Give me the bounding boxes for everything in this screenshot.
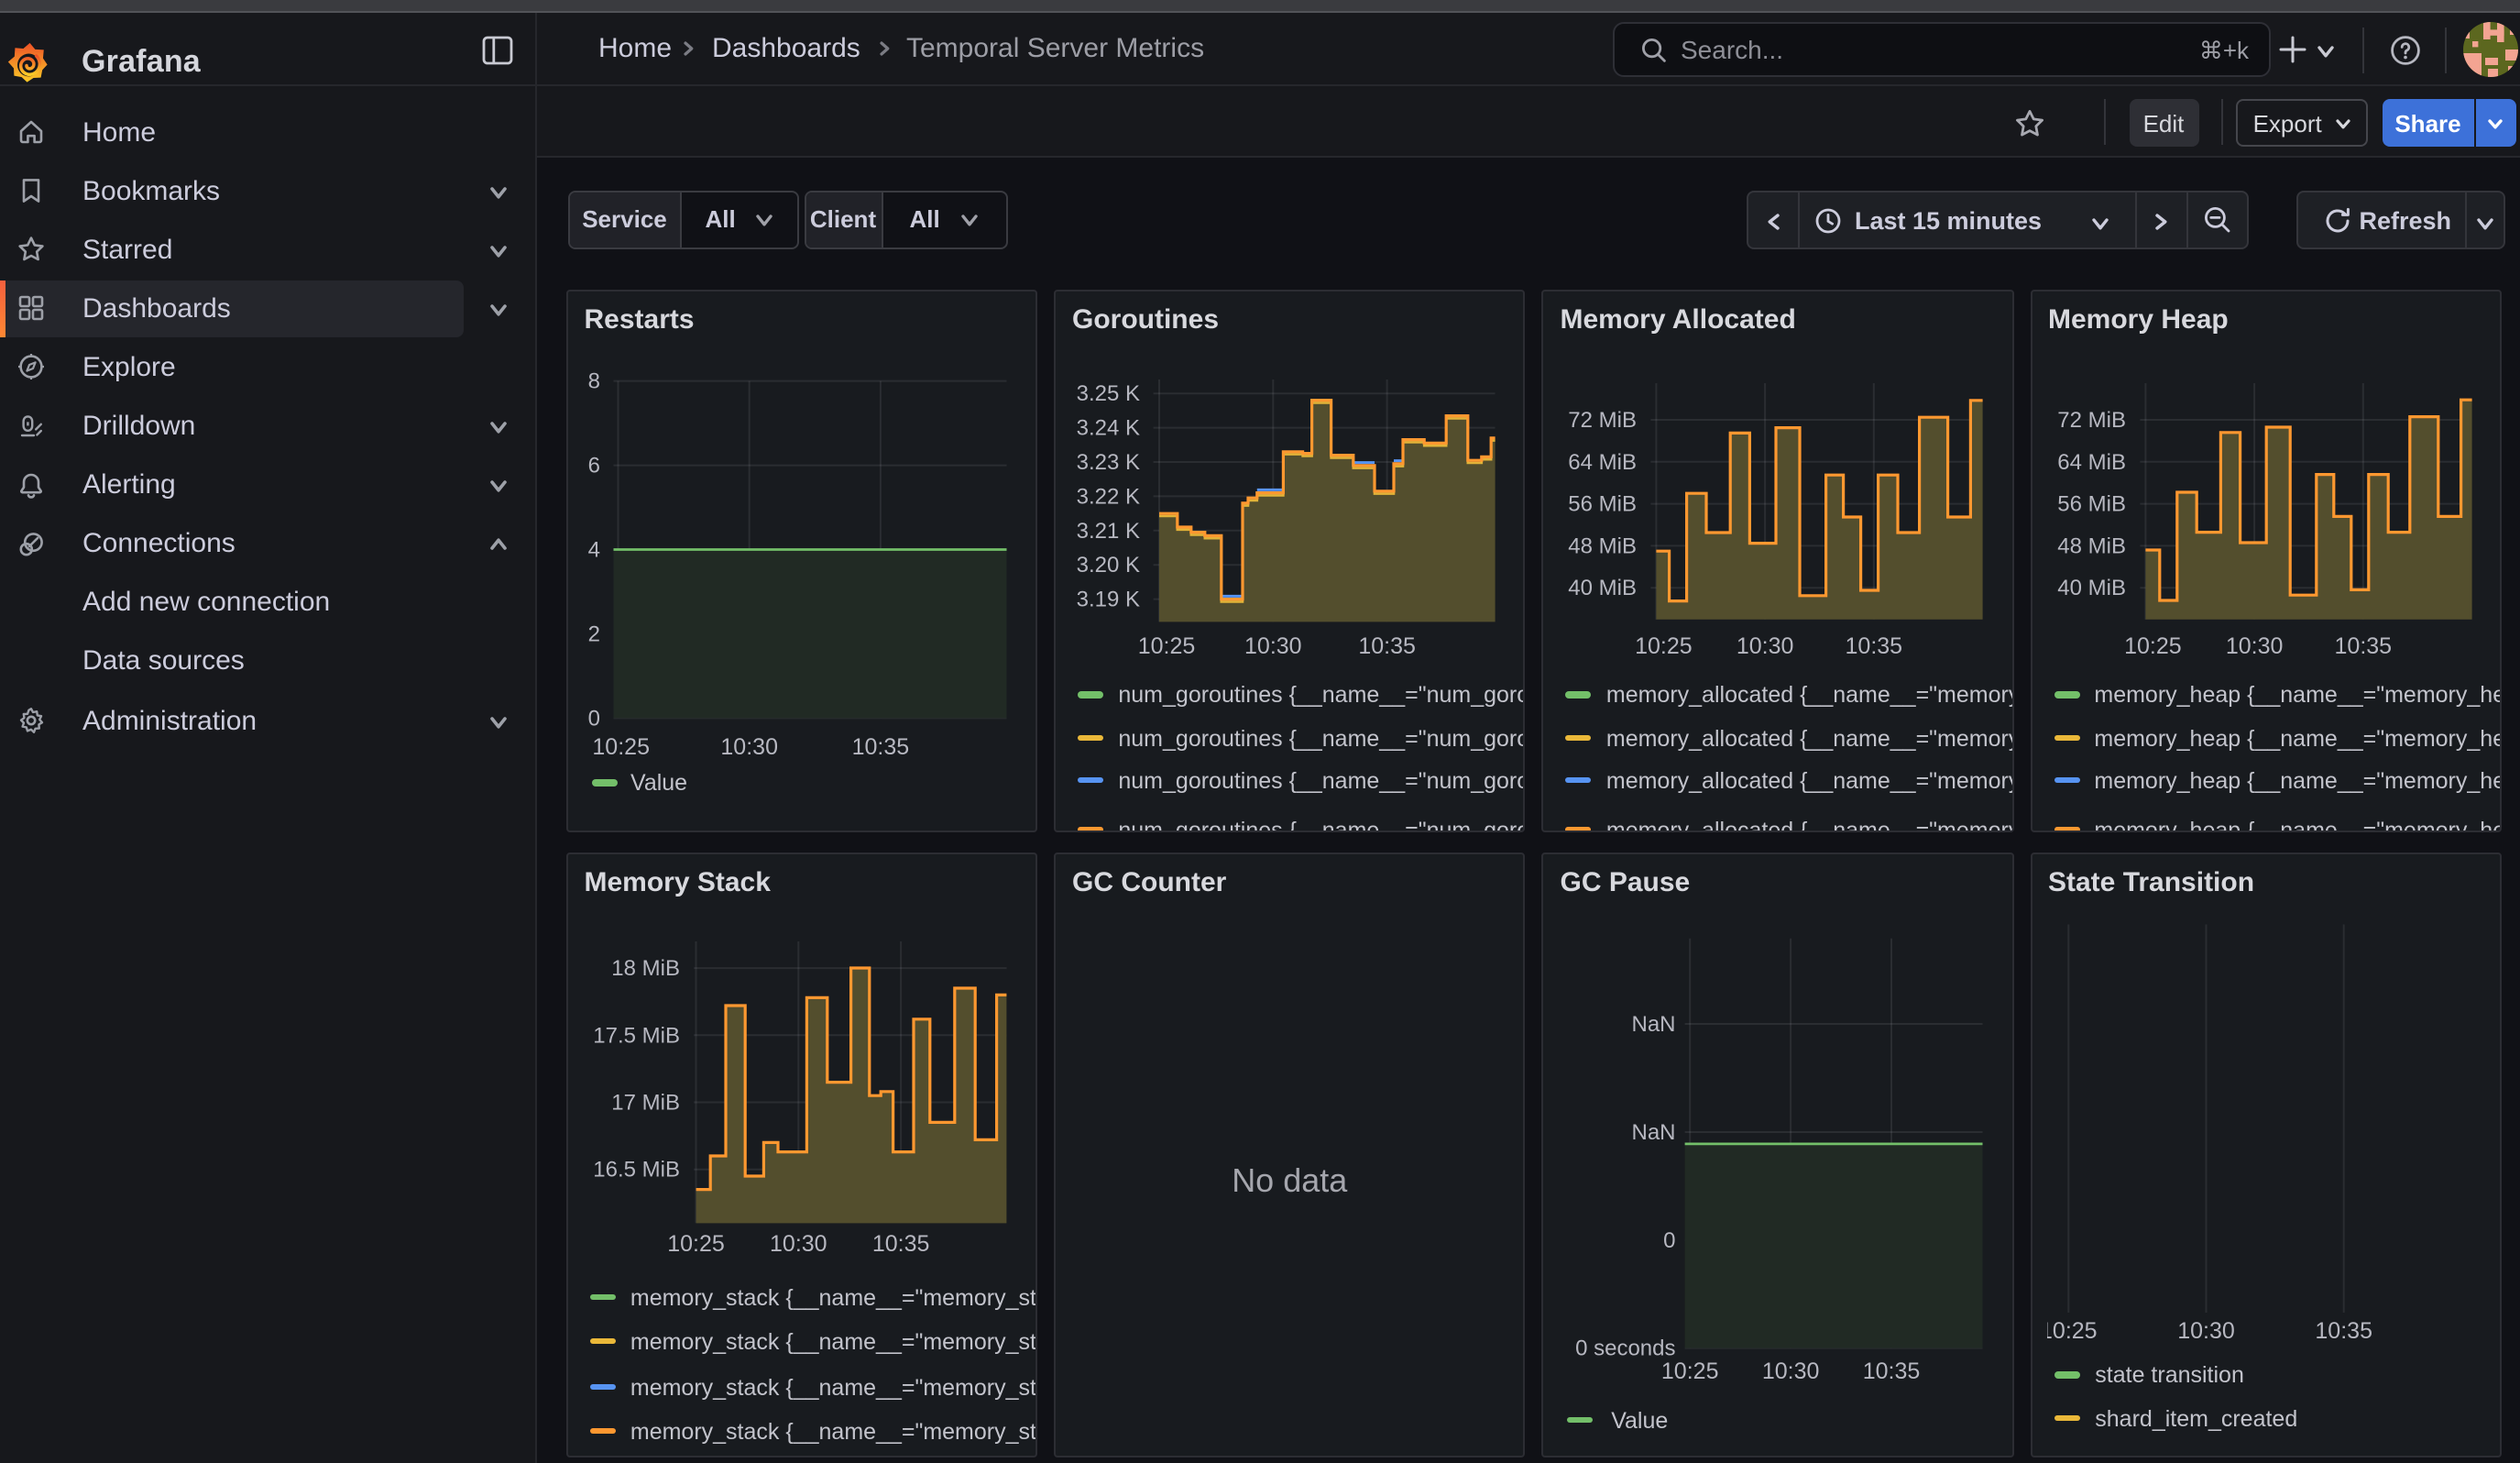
svg-text:10:30: 10:30: [770, 1230, 827, 1256]
svg-text:0: 0: [587, 706, 599, 731]
svg-text:10:25: 10:25: [2039, 1317, 2097, 1343]
svg-text:18 MiB: 18 MiB: [611, 955, 680, 980]
svg-text:NaN: NaN: [1632, 1119, 1676, 1144]
svg-text:3.21 K: 3.21 K: [1077, 519, 1140, 544]
svg-text:6: 6: [587, 454, 599, 478]
svg-text:17 MiB: 17 MiB: [611, 1090, 680, 1115]
svg-text:56 MiB: 56 MiB: [2056, 492, 2125, 517]
svg-text:8: 8: [587, 369, 599, 394]
svg-text:10:25: 10:25: [1138, 633, 1196, 659]
svg-text:10:30: 10:30: [1244, 633, 1302, 659]
svg-text:64 MiB: 64 MiB: [1569, 450, 1638, 475]
svg-text:10:25: 10:25: [2123, 633, 2181, 659]
svg-text:10:35: 10:35: [871, 1230, 929, 1256]
svg-text:2: 2: [587, 622, 599, 646]
svg-text:3.25 K: 3.25 K: [1077, 381, 1140, 406]
svg-text:10:30: 10:30: [720, 734, 778, 760]
svg-text:72 MiB: 72 MiB: [1569, 408, 1638, 433]
svg-text:10:25: 10:25: [1636, 633, 1693, 659]
svg-text:10:30: 10:30: [2176, 1317, 2234, 1343]
svg-text:3.23 K: 3.23 K: [1077, 450, 1140, 475]
svg-text:10:25: 10:25: [592, 734, 650, 760]
svg-text:10:25: 10:25: [1661, 1358, 1719, 1383]
svg-text:40 MiB: 40 MiB: [1569, 576, 1638, 600]
svg-text:48 MiB: 48 MiB: [2056, 534, 2125, 558]
svg-text:10:30: 10:30: [1762, 1358, 1820, 1383]
svg-text:48 MiB: 48 MiB: [1569, 534, 1638, 558]
svg-text:10:35: 10:35: [1846, 633, 1903, 659]
svg-text:10:25: 10:25: [667, 1230, 725, 1256]
svg-text:4: 4: [587, 538, 599, 563]
svg-text:3.22 K: 3.22 K: [1077, 484, 1140, 509]
svg-text:72 MiB: 72 MiB: [2056, 408, 2125, 433]
svg-text:10:35: 10:35: [2314, 1317, 2372, 1343]
svg-text:10:30: 10:30: [1737, 633, 1794, 659]
svg-text:NaN: NaN: [1632, 1011, 1676, 1036]
svg-text:3.24 K: 3.24 K: [1077, 416, 1140, 441]
svg-text:0: 0: [1664, 1227, 1676, 1252]
svg-text:10:35: 10:35: [851, 734, 909, 760]
svg-text:64 MiB: 64 MiB: [2056, 450, 2125, 475]
svg-text:10:35: 10:35: [1863, 1358, 1921, 1383]
svg-text:56 MiB: 56 MiB: [1569, 492, 1638, 517]
svg-text:3.20 K: 3.20 K: [1077, 553, 1140, 578]
svg-text:10:35: 10:35: [2334, 633, 2392, 659]
svg-text:0 seconds: 0 seconds: [1576, 1336, 1676, 1360]
svg-text:16.5 MiB: 16.5 MiB: [593, 1157, 680, 1182]
svg-text:3.19 K: 3.19 K: [1077, 588, 1140, 612]
svg-text:10:35: 10:35: [1358, 633, 1416, 659]
svg-text:10:30: 10:30: [2225, 633, 2283, 659]
svg-text:40 MiB: 40 MiB: [2056, 576, 2125, 600]
svg-text:17.5 MiB: 17.5 MiB: [593, 1022, 680, 1047]
